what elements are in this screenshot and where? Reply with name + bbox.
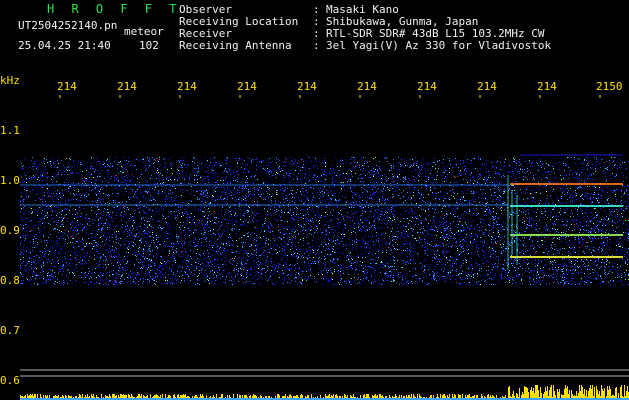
y-tick-label: 1.1: [0, 124, 20, 137]
info-sep: :: [313, 39, 320, 52]
y-tick-label: 0.6: [0, 374, 20, 387]
noise-field: [20, 157, 629, 285]
x-tick-label: 2150: [596, 80, 623, 93]
y-tick-label: 0.7: [0, 324, 20, 337]
x-tick-label: 214: [477, 80, 497, 93]
filename: UT2504252140.pn: [18, 19, 118, 32]
x-tick-label: 214: [237, 80, 257, 93]
x-tick-label: 214: [297, 80, 317, 93]
info-values: Masaki Kano Shibukawa, Gunma, Japan RTL-…: [326, 4, 551, 52]
info-labels: Observer Receiving Location Receiver Rec…: [179, 4, 298, 52]
y-tick-label: 0.9: [0, 224, 20, 237]
spectrogram-plot: [20, 95, 629, 400]
power-bars: [20, 385, 629, 400]
x-tick-label: 214: [537, 80, 557, 93]
brand-title: H R O F F T: [47, 2, 182, 16]
info-value-antenna: 3el Yagi(V) Az 330 for Vladivostok: [326, 39, 552, 52]
x-tick-marks: [59, 95, 601, 98]
count: 102: [139, 39, 159, 52]
mode-label: meteor: [124, 25, 164, 38]
x-tick-label: 214: [57, 80, 77, 93]
y-tick-label: 1.0: [0, 174, 20, 187]
info-separators: : : : :: [313, 4, 320, 52]
y-tick-label: 0.8: [0, 274, 20, 287]
x-tick-label: 214: [177, 80, 197, 93]
datetime: 25.04.25 21:40: [18, 39, 111, 52]
x-tick-label: 214: [417, 80, 437, 93]
x-tick-label: 214: [117, 80, 137, 93]
x-tick-label: 214: [357, 80, 377, 93]
y-unit-label: kHz: [0, 74, 20, 87]
info-label-antenna: Receiving Antenna: [179, 39, 292, 52]
